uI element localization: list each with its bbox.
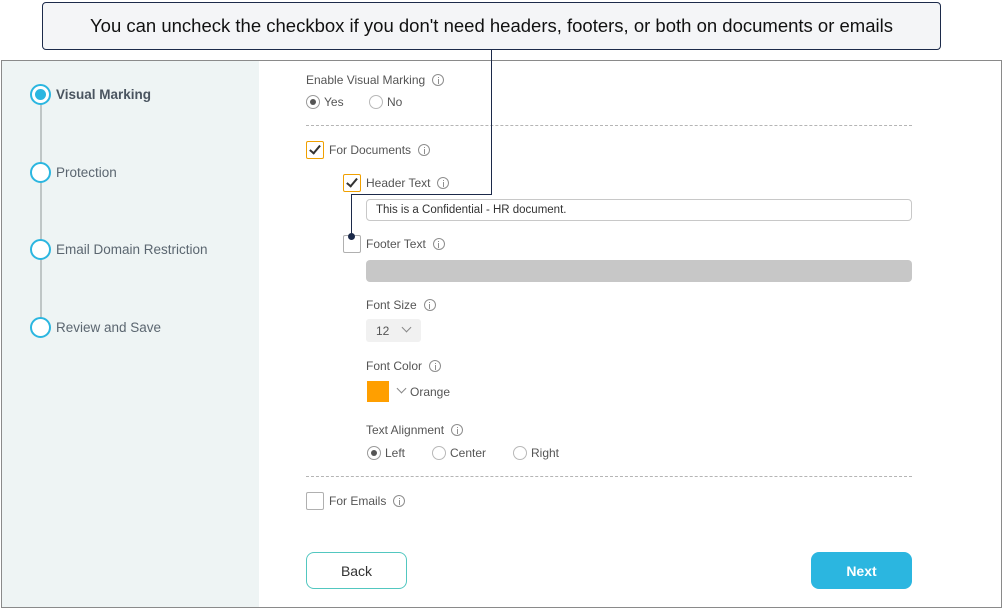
visual-marking-no-radio[interactable] xyxy=(369,95,383,109)
font-size-select[interactable]: 12 xyxy=(366,319,421,342)
step-email-domain-restriction[interactable]: Email Domain Restriction xyxy=(30,237,208,261)
for-documents-text: For Documents xyxy=(329,143,412,157)
step-circle-icon xyxy=(30,316,51,338)
step-label: Protection xyxy=(56,164,117,180)
section-divider xyxy=(306,476,912,477)
text-alignment-text: Text Alignment xyxy=(366,423,445,437)
instruction-callout: You can uncheck the checkbox if you don'… xyxy=(42,2,941,50)
for-documents-label: For Documents xyxy=(329,143,431,157)
info-icon[interactable] xyxy=(418,144,431,156)
wizard-frame: Visual Marking Protection Email Domain R… xyxy=(1,60,1002,608)
header-text-label: Header Text xyxy=(366,176,450,190)
callout-leader-line xyxy=(491,50,492,195)
for-emails-label: For Emails xyxy=(329,494,406,508)
alignment-center-label: Center xyxy=(450,446,487,460)
wizard-sidebar: Visual Marking Protection Email Domain R… xyxy=(2,61,259,607)
font-size-text: Font Size xyxy=(366,298,417,312)
alignment-right-label: Right xyxy=(531,446,560,460)
step-label: Visual Marking xyxy=(56,86,152,102)
step-label: Email Domain Restriction xyxy=(56,241,208,257)
step-active-icon xyxy=(30,83,51,105)
alignment-right-radio[interactable] xyxy=(513,446,527,460)
section-divider xyxy=(306,125,912,126)
step-protection[interactable]: Protection xyxy=(30,160,117,184)
for-emails-text: For Emails xyxy=(329,494,387,508)
info-icon[interactable] xyxy=(432,74,445,86)
for-documents-checkbox[interactable] xyxy=(306,141,324,159)
step-review-and-save[interactable]: Review and Save xyxy=(30,315,161,339)
info-icon[interactable] xyxy=(423,299,436,311)
alignment-center-radio[interactable] xyxy=(432,446,446,460)
header-text-input[interactable] xyxy=(366,199,912,221)
step-visual-marking[interactable]: Visual Marking xyxy=(30,82,151,106)
font-size-label: Font Size xyxy=(366,298,436,312)
callout-text: You can uncheck the checkbox if you don'… xyxy=(90,15,893,36)
header-text-checkbox[interactable] xyxy=(343,174,361,192)
font-size-value: 12 xyxy=(376,323,390,338)
footer-text-text: Footer Text xyxy=(366,237,426,251)
for-emails-checkbox[interactable] xyxy=(306,492,324,510)
callout-pointer-dot xyxy=(348,233,355,240)
footer-text-input xyxy=(366,260,912,282)
info-icon[interactable] xyxy=(432,238,445,250)
visual-marking-yes-radio[interactable] xyxy=(306,95,320,109)
chevron-down-icon xyxy=(401,322,412,333)
next-button[interactable]: Next xyxy=(811,552,912,589)
font-color-label: Font Color xyxy=(366,359,442,373)
step-circle-icon xyxy=(30,238,51,260)
enable-visual-marking-text: Enable Visual Marking xyxy=(306,73,426,87)
step-circle-icon xyxy=(30,161,51,183)
step-connector-line xyxy=(40,95,42,327)
callout-leader-line xyxy=(351,194,492,195)
chevron-down-icon[interactable] xyxy=(396,383,407,394)
alignment-left-radio[interactable] xyxy=(367,446,381,460)
info-icon[interactable] xyxy=(437,177,450,189)
visual-marking-no-label: No xyxy=(387,95,403,109)
font-color-value: Orange xyxy=(410,385,451,399)
visual-marking-yes-label: Yes xyxy=(324,95,344,109)
back-button[interactable]: Back xyxy=(306,552,407,589)
alignment-left-label: Left xyxy=(385,446,406,460)
info-icon[interactable] xyxy=(393,495,406,507)
info-icon[interactable] xyxy=(429,360,442,372)
font-color-swatch[interactable] xyxy=(367,381,389,402)
info-icon[interactable] xyxy=(451,424,464,436)
enable-visual-marking-label: Enable Visual Marking xyxy=(306,73,445,87)
header-text-text: Header Text xyxy=(366,176,431,190)
font-color-text: Font Color xyxy=(366,359,423,373)
step-label: Review and Save xyxy=(56,319,162,335)
footer-text-label: Footer Text xyxy=(366,237,445,251)
callout-leader-line xyxy=(351,194,352,237)
text-alignment-label: Text Alignment xyxy=(366,423,464,437)
